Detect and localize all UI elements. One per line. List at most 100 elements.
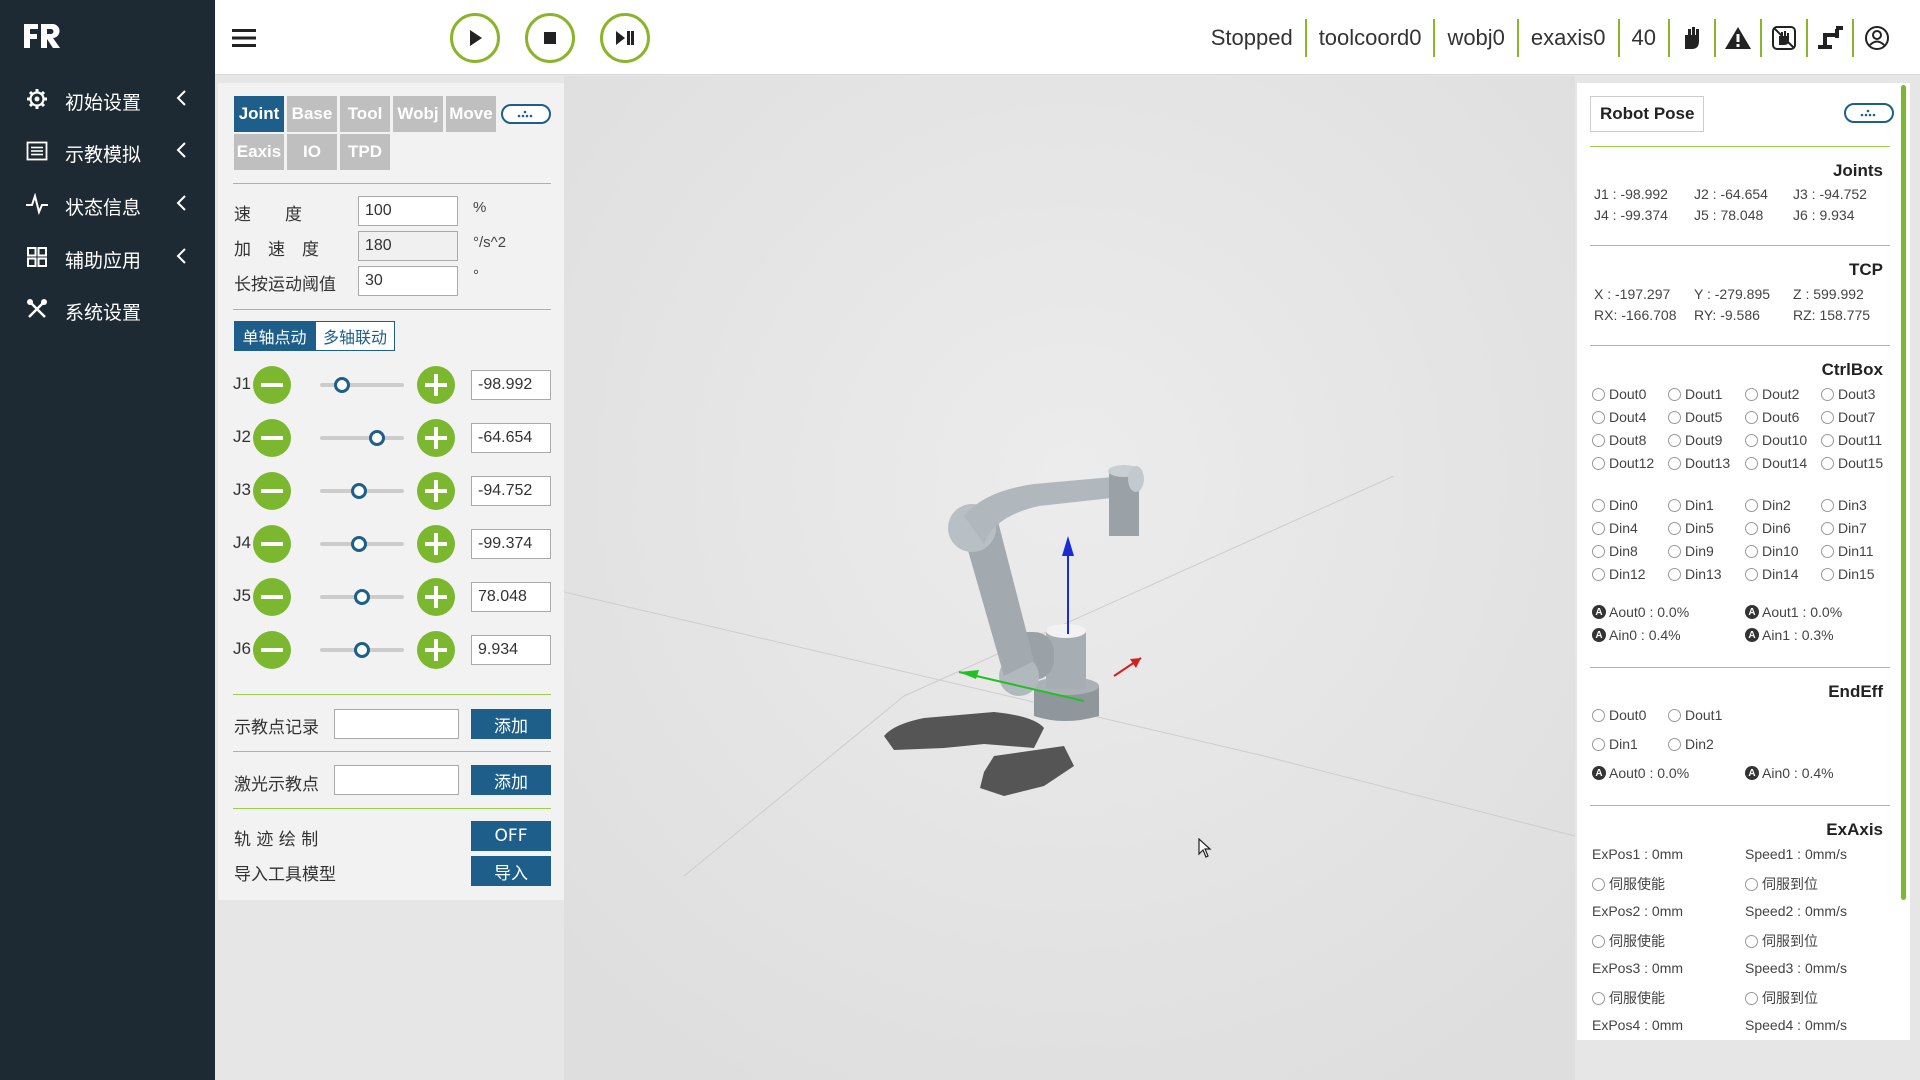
joint-slider[interactable] — [320, 536, 404, 552]
track-draw-toggle[interactable]: OFF — [471, 821, 551, 851]
exaxis-coord[interactable]: exaxis0 — [1519, 19, 1620, 57]
play-button[interactable] — [450, 13, 500, 63]
step-button[interactable] — [600, 13, 650, 63]
ctrlbox-dout12[interactable]: Dout12 — [1592, 455, 1654, 471]
joint-slider[interactable] — [320, 377, 404, 393]
ctrlbox-dout7[interactable]: Dout7 — [1821, 409, 1875, 425]
slider-knob[interactable] — [333, 377, 350, 393]
panel-toggle[interactable] — [501, 104, 551, 124]
ctrlbox-dout2[interactable]: Dout2 — [1745, 386, 1799, 402]
joint-value-input[interactable] — [471, 529, 551, 559]
tab-move[interactable]: Move — [446, 96, 496, 132]
joint-slider[interactable] — [320, 589, 404, 605]
teach-point-input[interactable] — [334, 709, 459, 739]
single-axis-jog-button[interactable]: 单轴点动 — [234, 321, 315, 351]
tab-io[interactable]: IO — [287, 134, 337, 170]
slider-knob[interactable] — [369, 430, 386, 446]
joint-plus-button[interactable] — [417, 366, 455, 404]
collision-button[interactable] — [1762, 19, 1808, 57]
nav-item-teach-simulation[interactable]: 示教模拟 — [0, 130, 215, 170]
endeff-dout1[interactable]: Dout1 — [1668, 707, 1722, 723]
wobj-coord[interactable]: wobj0 — [1435, 19, 1519, 57]
tab-joint[interactable]: Joint — [234, 96, 284, 132]
ctrlbox-dout8[interactable]: Dout8 — [1592, 432, 1646, 448]
laser-teach-add-button[interactable]: 添加 — [471, 765, 551, 795]
ctrlbox-dout0[interactable]: Dout0 — [1592, 386, 1646, 402]
multi-axis-jog-button[interactable]: 多轴联动 — [315, 321, 395, 351]
slider-knob[interactable] — [354, 642, 370, 658]
nav-item-system-settings[interactable]: 系统设置 — [0, 288, 215, 328]
joint-minus-button[interactable] — [253, 578, 291, 616]
laser-teach-input[interactable] — [334, 765, 459, 795]
joint-slider[interactable] — [320, 430, 404, 446]
grid-icon — [27, 247, 47, 267]
joint-plus-button[interactable] — [417, 525, 455, 563]
robot-mode-button[interactable] — [1808, 19, 1854, 57]
ctrlbox-dout3[interactable]: Dout3 — [1821, 386, 1875, 402]
robot-pose-tab[interactable]: Robot Pose — [1590, 96, 1705, 132]
servo-enable[interactable]: 伺服使能 — [1592, 931, 1665, 951]
stop-button[interactable] — [525, 13, 575, 63]
ctrlbox-dout15[interactable]: Dout15 — [1821, 455, 1883, 471]
menu-icon[interactable] — [232, 27, 256, 49]
joint-minus-button[interactable] — [253, 525, 291, 563]
tab-tool[interactable]: Tool — [340, 96, 390, 132]
ctrlbox-dout10[interactable]: Dout10 — [1745, 432, 1807, 448]
warning-button[interactable] — [1716, 19, 1762, 57]
ctrlbox-dout4[interactable]: Dout4 — [1592, 409, 1646, 425]
teach-point-add-button[interactable]: 添加 — [471, 709, 551, 739]
joint-value-input[interactable] — [471, 476, 551, 506]
acc-input[interactable] — [358, 231, 458, 261]
radio-indicator — [1745, 567, 1758, 581]
ctrlbox-dout5[interactable]: Dout5 — [1668, 409, 1722, 425]
pose-panel-scrollbar[interactable] — [1901, 85, 1906, 900]
ctrlbox-dout9[interactable]: Dout9 — [1668, 432, 1722, 448]
servo-enable[interactable]: 伺服使能 — [1592, 988, 1665, 1008]
joint-slider[interactable] — [320, 483, 404, 499]
import-tool-button[interactable]: 导入 — [471, 856, 551, 886]
pose-panel-toggle[interactable] — [1844, 103, 1894, 123]
endeff-dout0[interactable]: Dout0 — [1592, 707, 1646, 723]
joint-readout: J4 : -99.374 — [1594, 207, 1668, 223]
joint-value-input[interactable] — [471, 635, 551, 665]
user-button[interactable] — [1854, 19, 1900, 57]
joint-value-input[interactable] — [471, 423, 551, 453]
joint-plus-button[interactable] — [417, 472, 455, 510]
joint-plus-button[interactable] — [417, 419, 455, 457]
ctrlbox-din1: Din1 — [1668, 497, 1714, 513]
ctrlbox-din13: Din13 — [1668, 566, 1722, 582]
radio-indicator — [1668, 708, 1681, 722]
tab-tpd[interactable]: TPD — [340, 134, 390, 170]
speed-input[interactable] — [358, 196, 458, 226]
slider-knob[interactable] — [350, 536, 367, 552]
tab-eaxis[interactable]: Eaxis — [234, 134, 284, 170]
robot-3d-viewport[interactable] — [564, 76, 1575, 1080]
joint-value-input[interactable] — [471, 370, 551, 400]
ctrlbox-dout13[interactable]: Dout13 — [1668, 455, 1730, 471]
joint-minus-button[interactable] — [253, 472, 291, 510]
ctrlbox-dout14[interactable]: Dout14 — [1745, 455, 1807, 471]
joint-plus-button[interactable] — [417, 631, 455, 669]
ctrlbox-dout1[interactable]: Dout1 — [1668, 386, 1722, 402]
tab-wobj[interactable]: Wobj — [393, 96, 443, 132]
slider-knob[interactable] — [350, 483, 367, 499]
ctrlbox-dout11[interactable]: Dout11 — [1821, 432, 1882, 448]
joint-minus-button[interactable] — [253, 419, 291, 457]
threshold-input[interactable] — [358, 266, 458, 296]
joint-value-input[interactable] — [471, 582, 551, 612]
tool-coord[interactable]: toolcoord0 — [1307, 19, 1436, 57]
joint-plus-button[interactable] — [417, 578, 455, 616]
servo-enable[interactable]: 伺服使能 — [1592, 874, 1665, 894]
speed-value[interactable]: 40 — [1620, 19, 1670, 57]
tab-base[interactable]: Base — [287, 96, 337, 132]
joint-slider[interactable] — [320, 642, 404, 658]
nav-item-status-info[interactable]: 状态信息 — [0, 183, 215, 223]
slider-knob[interactable] — [354, 589, 370, 605]
joint-minus-button[interactable] — [253, 366, 291, 404]
nav-item-initial-settings[interactable]: 初始设置 — [0, 78, 215, 118]
nav-label: 示教模拟 — [65, 144, 142, 166]
drag-mode-button[interactable] — [1670, 19, 1716, 57]
ctrlbox-dout6[interactable]: Dout6 — [1745, 409, 1799, 425]
joint-minus-button[interactable] — [253, 631, 291, 669]
nav-item-aux-apps[interactable]: 辅助应用 — [0, 236, 215, 276]
